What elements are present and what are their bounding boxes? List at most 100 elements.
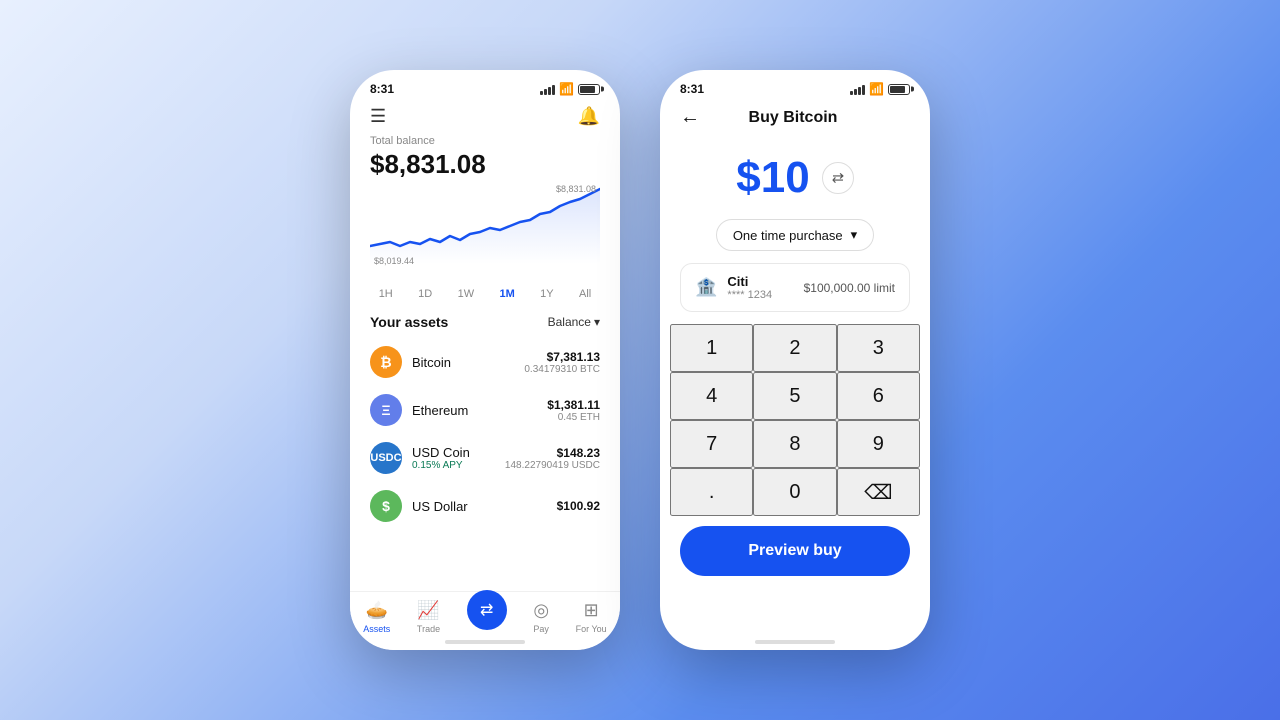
key-dot[interactable]: . <box>670 468 753 516</box>
phone-left: 8:31 📶 ☰ 🔔 Total balance $8,831.08 $8,83… <box>350 70 620 650</box>
nav-trade[interactable]: 📈 Trade <box>417 600 440 634</box>
status-icons-right: 📶 <box>850 82 910 96</box>
asset-values-eth: $1,381.11 0.45 ETH <box>547 398 600 423</box>
nav-pay[interactable]: ◎ Pay <box>533 600 549 634</box>
left-header: ☰ 🔔 <box>350 102 620 135</box>
asset-name-btc: Bitcoin <box>412 355 514 370</box>
asset-values-usdc: $148.23 148.22790419 USDC <box>505 446 600 471</box>
list-item[interactable]: Ξ Ethereum $1,381.11 0.45 ETH <box>370 386 600 434</box>
nav-assets[interactable]: 🥧 Assets <box>363 600 390 634</box>
key-3[interactable]: 3 <box>837 324 920 372</box>
buy-amount: $10 <box>736 153 809 203</box>
payment-bank-name: Citi <box>727 274 793 289</box>
home-indicator-right <box>755 640 835 644</box>
screen-title: Buy Bitcoin <box>700 109 886 127</box>
swap-icon: ⇅ <box>829 172 846 184</box>
usd-icon: $ <box>370 490 402 522</box>
key-5[interactable]: 5 <box>753 372 836 420</box>
asset-name-usdc: USD Coin <box>412 445 495 460</box>
signal-icon <box>540 84 555 95</box>
balance-value: $8,831.08 <box>370 149 600 180</box>
key-1[interactable]: 1 <box>670 324 753 372</box>
key-2[interactable]: 2 <box>753 324 836 372</box>
right-header: ← Buy Bitcoin <box>660 102 930 137</box>
assets-title: Your assets <box>370 314 448 330</box>
send-center-button[interactable]: ⇄ <box>467 590 507 630</box>
filter-1y[interactable]: 1Y <box>536 286 557 302</box>
filter-1w[interactable]: 1W <box>454 286 479 302</box>
signal-icon-r <box>850 84 865 95</box>
nav-trade-label: Trade <box>417 624 440 634</box>
payment-limit: $100,000.00 limit <box>804 281 895 295</box>
pay-nav-icon: ◎ <box>533 600 549 621</box>
assets-header: Your assets Balance ▾ <box>350 310 620 338</box>
nav-send[interactable]: ⇄ <box>467 600 507 634</box>
purchase-type-section: One time purchase ▾ <box>660 215 930 263</box>
chevron-down-icon-purchase: ▾ <box>851 227 858 243</box>
preview-buy-button[interactable]: Preview buy <box>680 526 910 576</box>
status-time-left: 8:31 <box>370 82 394 96</box>
home-indicator <box>445 640 525 644</box>
filter-1m[interactable]: 1M <box>495 286 518 302</box>
asset-apy-usdc: 0.15% APY <box>412 460 495 471</box>
amount-section: $10 ⇅ <box>660 137 930 215</box>
key-8[interactable]: 8 <box>753 420 836 468</box>
bank-icon: 🏦 <box>695 277 717 298</box>
status-bar-right: 8:31 📶 <box>660 70 930 102</box>
status-icons-left: 📶 <box>540 82 600 96</box>
key-0[interactable]: 0 <box>753 468 836 516</box>
key-6[interactable]: 6 <box>837 372 920 420</box>
purchase-type-dropdown[interactable]: One time purchase ▾ <box>716 219 874 251</box>
usdc-icon: USDC <box>370 442 402 474</box>
btc-icon: ₿ <box>370 346 402 378</box>
key-4[interactable]: 4 <box>670 372 753 420</box>
payment-account-number: **** 1234 <box>727 289 793 301</box>
nav-foryou-label: For You <box>576 624 607 634</box>
asset-name-eth: Ethereum <box>412 403 537 418</box>
foryou-nav-icon: ⊞ <box>584 600 599 621</box>
chevron-down-icon: ▾ <box>594 315 600 329</box>
list-item[interactable]: $ US Dollar $100.92 <box>370 482 600 530</box>
purchase-type-label: One time purchase <box>733 228 843 243</box>
balance-label: Total balance <box>370 135 600 147</box>
asset-name-usd: US Dollar <box>412 499 547 514</box>
nav-pay-label: Pay <box>533 624 549 634</box>
filter-1h[interactable]: 1H <box>375 286 397 302</box>
chart-min-label: $8,019.44 <box>374 256 414 266</box>
list-item[interactable]: ₿ Bitcoin $7,381.13 0.34179310 BTC <box>370 338 600 386</box>
battery-icon <box>578 84 600 95</box>
filter-all[interactable]: All <box>575 286 595 302</box>
menu-icon[interactable]: ☰ <box>370 106 386 127</box>
status-time-right: 8:31 <box>680 82 704 96</box>
key-7[interactable]: 7 <box>670 420 753 468</box>
payment-method[interactable]: 🏦 Citi **** 1234 $100,000.00 limit <box>680 263 910 312</box>
assets-nav-icon: 🥧 <box>366 600 388 621</box>
asset-values-btc: $7,381.13 0.34179310 BTC <box>524 350 600 375</box>
price-chart <box>370 184 600 264</box>
nav-foryou[interactable]: ⊞ For You <box>576 600 607 634</box>
key-backspace[interactable]: ⌫ <box>837 468 920 516</box>
chart-container: $8,831.08 $8,019.44 <box>350 184 620 284</box>
balance-section: Total balance $8,831.08 <box>350 135 620 184</box>
trade-nav-icon: 📈 <box>417 600 439 621</box>
wifi-icon: 📶 <box>559 82 574 96</box>
send-icon: ⇄ <box>480 600 493 620</box>
chart-max-label: $8,831.08 <box>556 184 596 194</box>
time-filters: 1H 1D 1W 1M 1Y All <box>350 284 620 310</box>
numpad: 1 2 3 4 5 6 7 8 9 . 0 ⌫ <box>660 324 930 516</box>
battery-icon-r <box>888 84 910 95</box>
notification-icon[interactable]: 🔔 <box>578 106 600 127</box>
asset-values-usd: $100.92 <box>557 499 600 513</box>
swap-currency-button[interactable]: ⇅ <box>822 162 854 194</box>
payment-info: Citi **** 1234 <box>727 274 793 301</box>
back-button[interactable]: ← <box>680 106 700 129</box>
wifi-icon-r: 📶 <box>869 82 884 96</box>
balance-dropdown[interactable]: Balance ▾ <box>548 315 600 329</box>
asset-list: ₿ Bitcoin $7,381.13 0.34179310 BTC Ξ Eth… <box>350 338 620 530</box>
phone-right: 8:31 📶 ← Buy Bitcoin $10 ⇅ One time <box>660 70 930 650</box>
eth-icon: Ξ <box>370 394 402 426</box>
filter-1d[interactable]: 1D <box>414 286 436 302</box>
list-item[interactable]: USDC USD Coin 0.15% APY $148.23 148.2279… <box>370 434 600 482</box>
key-9[interactable]: 9 <box>837 420 920 468</box>
nav-assets-label: Assets <box>363 624 390 634</box>
